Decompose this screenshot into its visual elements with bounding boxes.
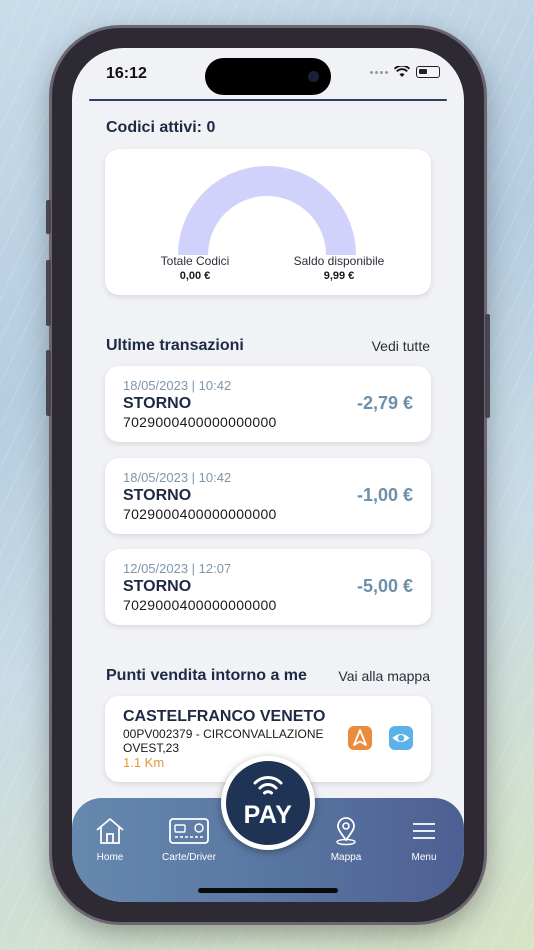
transaction-type: STORNO <box>123 395 192 412</box>
transaction-card[interactable]: 18/05/2023 | 10:42 STORNO 70290004000000… <box>105 366 431 442</box>
transaction-amount: -5,00 € <box>356 576 413 596</box>
pay-button[interactable]: PAY <box>221 756 315 850</box>
transaction-date: 18/05/2023 | 10:42 <box>123 470 232 485</box>
tab-menu-label: Menu <box>411 852 437 863</box>
nearby-stores-title: Punti vendita intorno a me <box>106 667 307 684</box>
camera-icon <box>308 71 319 82</box>
total-codes: Totale Codici 0,00 € <box>147 254 243 282</box>
go-to-map-link[interactable]: Vai alla mappa <box>338 668 430 684</box>
tab-home[interactable]: Home <box>72 816 150 863</box>
transaction-type: STORNO <box>123 487 192 504</box>
map-pin-icon <box>336 817 356 846</box>
pay-label: PAY <box>243 801 293 829</box>
transaction-card[interactable]: 12/05/2023 | 12:07 STORNO 70290004000000… <box>105 549 431 625</box>
mute-switch <box>46 200 51 234</box>
transactions-title: Ultime transazioni <box>106 337 244 354</box>
header-divider <box>89 99 447 101</box>
available-balance: Saldo disponibile 9,99 € <box>283 254 395 282</box>
transaction-code: 7029000400000000000 <box>123 597 277 613</box>
tab-cards-driver[interactable]: Carte/Driver <box>149 816 229 863</box>
store-distance: 1.1 Km <box>123 755 165 770</box>
store-name: CASTELFRANCO VENETO <box>123 708 326 725</box>
transaction-type: STORNO <box>123 578 192 595</box>
transaction-date: 18/05/2023 | 10:42 <box>123 378 232 393</box>
status-icons <box>370 66 440 78</box>
power-button <box>485 314 490 418</box>
transaction-code: 7029000400000000000 <box>123 414 277 430</box>
tab-menu[interactable]: Menu <box>384 816 464 863</box>
dynamic-island <box>205 58 331 95</box>
active-codes-card[interactable]: Totale Codici 0,00 € Saldo disponibile 9… <box>105 149 431 295</box>
home-icon <box>96 818 124 844</box>
tab-map[interactable]: Mappa <box>306 816 386 863</box>
eye-icon[interactable] <box>389 726 413 750</box>
total-codes-label: Totale Codici <box>160 254 230 268</box>
contactless-icon <box>253 776 283 795</box>
store-address: 00PV002379 - CIRCONVALLAZIONE OVEST,23 <box>123 727 324 755</box>
tab-cards-driver-label: Carte/Driver <box>162 852 216 863</box>
transaction-amount: -2,79 € <box>356 393 413 413</box>
transaction-amount: -1,00 € <box>356 485 413 505</box>
see-all-transactions-link[interactable]: Vedi tutte <box>372 338 430 354</box>
transaction-card[interactable]: 18/05/2023 | 10:42 STORNO 70290004000000… <box>105 458 431 534</box>
battery-icon <box>416 66 440 78</box>
available-balance-value: 9,99 € <box>323 270 355 282</box>
card-icon <box>169 818 209 844</box>
signal-icon <box>370 70 388 74</box>
balance-gauge <box>178 166 356 255</box>
menu-icon <box>413 823 435 839</box>
transaction-code: 7029000400000000000 <box>123 506 277 522</box>
status-time: 16:12 <box>106 65 147 82</box>
volume-up-button <box>46 260 51 326</box>
wifi-icon <box>394 66 410 77</box>
active-codes-title: Codici attivi: 0 <box>106 119 216 136</box>
total-codes-value: 0,00 € <box>179 270 211 282</box>
app-screen: 16:12 Codici attivi: 0 Totale Codici 0,0… <box>72 48 464 902</box>
navigate-icon[interactable] <box>348 726 372 750</box>
status-bar: 16:12 <box>72 48 464 100</box>
transaction-date: 12/05/2023 | 12:07 <box>123 561 232 576</box>
volume-down-button <box>46 350 51 416</box>
available-balance-label: Saldo disponibile <box>293 254 385 268</box>
tab-home-label: Home <box>96 852 124 863</box>
home-indicator <box>198 888 338 893</box>
tab-map-label: Mappa <box>330 852 362 863</box>
